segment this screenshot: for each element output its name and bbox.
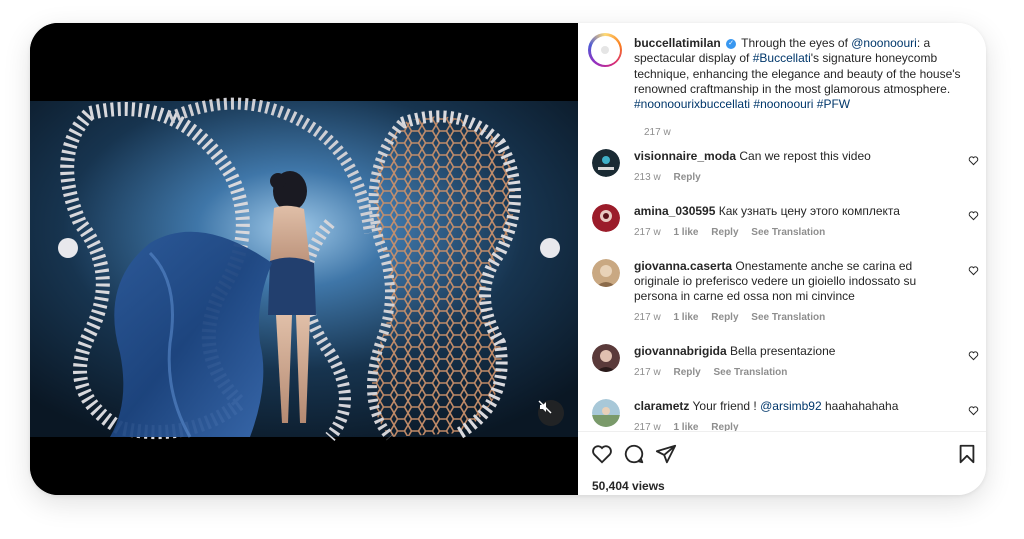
comment-meta: 213 w Reply <box>634 172 711 183</box>
author-avatar[interactable] <box>588 33 622 67</box>
comment-time: 213 w <box>634 172 661 183</box>
comment-time: 217 w <box>634 367 661 378</box>
commenter-avatar[interactable] <box>592 399 620 427</box>
heart-icon[interactable] <box>968 265 979 276</box>
post-actions-bar: 50,404 views <box>578 431 986 495</box>
reply-button[interactable]: Reply <box>711 227 738 238</box>
mute-button[interactable] <box>538 400 564 426</box>
see-translation-button[interactable]: See Translation <box>751 227 825 238</box>
comment-body: clarametz Your friend ! @arsimb92 haahah… <box>634 399 956 414</box>
comment-body: giovanna.caserta Onestamente anche se ca… <box>634 259 956 304</box>
comment-meta: 217 w 1 like Reply See Translation <box>634 227 835 238</box>
comment-username[interactable]: clarametz <box>634 399 689 413</box>
comment-text: Your friend ! <box>692 399 761 413</box>
commenter-avatar[interactable] <box>592 204 620 232</box>
likes-count[interactable]: 1 like <box>673 227 698 238</box>
comment-text: Bella presentazione <box>730 344 836 358</box>
share-icon[interactable] <box>655 443 677 465</box>
comment-username[interactable]: giovannabrigida <box>634 344 727 358</box>
caption-part: Through the eyes of <box>741 36 852 50</box>
video-player[interactable] <box>30 23 578 495</box>
comment-text: haahahahaha <box>821 399 899 413</box>
heart-icon[interactable] <box>968 405 979 416</box>
comment-icon[interactable] <box>623 443 645 465</box>
likes-count[interactable]: 1 like <box>673 312 698 323</box>
comment-body: amina_030595 Как узнать цену этого компл… <box>634 204 956 219</box>
comment-text: Can we repost this video <box>739 149 871 163</box>
comment-meta: 217 w Reply See Translation <box>634 367 797 378</box>
bookmark-icon[interactable] <box>956 443 978 465</box>
post-details-panel: buccellatimilan ✓ Through the eyes of @n… <box>578 23 986 495</box>
reply-button[interactable]: Reply <box>673 172 700 183</box>
comment-meta: 217 w 1 like Reply See Translation <box>634 312 835 323</box>
heart-icon[interactable] <box>968 155 979 166</box>
commenter-avatar[interactable] <box>592 259 620 287</box>
post-card: buccellatimilan ✓ Through the eyes of @n… <box>30 23 986 495</box>
comment-time: 217 w <box>634 312 661 323</box>
heart-icon[interactable] <box>968 210 979 221</box>
hashtags-link[interactable]: #noonoourixbuccellati #noonoouri #PFW <box>634 97 850 111</box>
comment-username[interactable]: amina_030595 <box>634 204 715 218</box>
comment-username[interactable]: visionnaire_moda <box>634 149 736 163</box>
heart-icon[interactable] <box>968 350 979 361</box>
comment-body: giovannabrigida Bella presentazione <box>634 344 956 359</box>
see-translation-button[interactable]: See Translation <box>751 312 825 323</box>
video-frame <box>30 23 578 495</box>
commenter-avatar[interactable] <box>592 344 620 372</box>
see-translation-button[interactable]: See Translation <box>713 367 787 378</box>
comment-body: visionnaire_moda Can we repost this vide… <box>634 149 956 164</box>
commenter-avatar[interactable] <box>592 149 620 177</box>
mention-link[interactable]: @arsimb92 <box>760 399 822 413</box>
comment-time: 217 w <box>634 422 661 431</box>
comments-list[interactable]: visionnaire_moda Can we repost this vide… <box>578 141 986 431</box>
likes-count[interactable]: 1 like <box>673 422 698 431</box>
heart-icon[interactable] <box>591 443 613 465</box>
muted-speaker-icon <box>538 400 552 414</box>
verified-badge-icon: ✓ <box>726 38 737 49</box>
hashtag-link[interactable]: #Buccellati <box>753 51 811 65</box>
reply-button[interactable]: Reply <box>711 312 738 323</box>
author-username[interactable]: buccellatimilan <box>634 36 721 50</box>
post-time: 217 w <box>644 127 671 138</box>
caption-text: buccellatimilan ✓ Through the eyes of @n… <box>634 36 978 112</box>
mention-link[interactable]: @noonoouri <box>851 36 917 50</box>
comment-username[interactable]: giovanna.caserta <box>634 259 732 273</box>
comment-time: 217 w <box>634 227 661 238</box>
views-count: 50,404 views <box>592 479 665 493</box>
comment-text: Как узнать цену этого комплекта <box>718 204 900 218</box>
reply-button[interactable]: Reply <box>711 422 738 431</box>
reply-button[interactable]: Reply <box>673 367 700 378</box>
comment-meta: 217 w 1 like Reply <box>634 422 749 431</box>
